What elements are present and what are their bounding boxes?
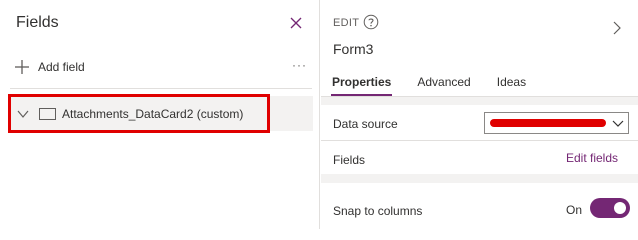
section-label: EDIT <box>333 17 360 29</box>
help-button[interactable] <box>363 14 379 30</box>
section-gap <box>321 97 638 105</box>
section-gap <box>321 174 638 183</box>
data-card-label: Attachments_DataCard2 (custom) <box>62 106 244 121</box>
divider <box>10 88 312 89</box>
redacted-value <box>490 119 606 127</box>
chevron-down-icon[interactable] <box>16 107 30 121</box>
data-source-dropdown[interactable] <box>484 112 629 134</box>
fields-label: Fields <box>333 153 366 167</box>
properties-pane: EDIT Form3 Properties Advanced Ideas Dat… <box>321 0 638 229</box>
form-name: Form3 <box>333 41 374 57</box>
data-source-label: Data source <box>333 117 398 131</box>
add-field-button[interactable]: Add field <box>14 59 85 75</box>
edit-fields-link[interactable]: Edit fields <box>566 151 618 165</box>
tab-properties[interactable]: Properties <box>331 75 393 96</box>
fields-pane: Fields Add field ··· Attachments_DataCar… <box>0 0 320 229</box>
plus-icon <box>15 60 29 74</box>
snap-to-columns-toggle[interactable] <box>590 198 630 218</box>
expand-pane-button[interactable] <box>611 20 623 36</box>
fields-pane-title: Fields <box>16 14 59 31</box>
data-card-row[interactable]: Attachments_DataCard2 (custom) <box>8 96 313 131</box>
tab-advanced[interactable]: Advanced <box>416 75 471 96</box>
add-field-label: Add field <box>38 60 85 74</box>
chevron-down-icon <box>612 120 624 127</box>
help-circle-icon <box>363 14 379 30</box>
rectangle-icon <box>39 107 56 120</box>
snap-state-label: On <box>566 203 583 217</box>
more-options-button[interactable]: ··· <box>292 58 307 72</box>
close-icon <box>290 17 302 29</box>
toggle-knob <box>614 202 626 214</box>
snap-to-columns-label: Snap to columns <box>333 204 423 218</box>
tab-bar: Properties Advanced Ideas <box>331 75 551 96</box>
tab-ideas[interactable]: Ideas <box>496 75 527 96</box>
close-button[interactable] <box>288 15 304 31</box>
chevron-right-icon <box>613 21 621 35</box>
